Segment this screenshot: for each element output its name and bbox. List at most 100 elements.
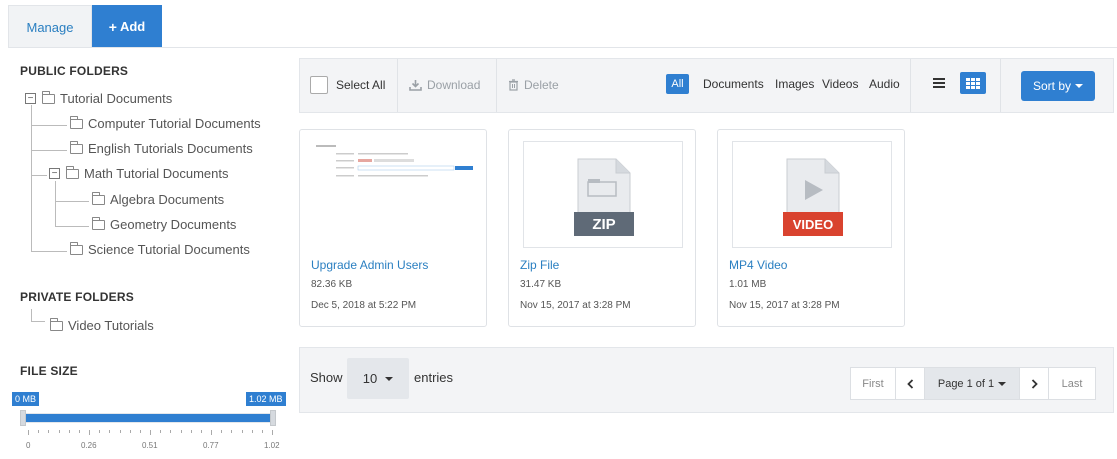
filter-all[interactable]: All: [666, 74, 689, 94]
slider-tick: [251, 430, 253, 433]
first-page-button[interactable]: First: [850, 367, 896, 400]
checkbox-box[interactable]: [310, 76, 328, 94]
slider-tick: [150, 430, 151, 435]
filter-audio[interactable]: Audio: [869, 74, 900, 94]
screenshot-thumbnail-icon: [314, 141, 474, 201]
tabs-divider: [8, 47, 1117, 48]
select-all-label: Select All: [336, 78, 386, 92]
chevron-left-icon: [906, 378, 913, 389]
slider-tick: [272, 430, 273, 435]
slider-tick-label: 1.02: [264, 441, 280, 450]
file-size: 82.36 KB: [311, 279, 353, 290]
download-button[interactable]: Download: [409, 78, 480, 92]
entries-per-page-select[interactable]: 10: [347, 358, 409, 399]
file-card[interactable]: ZIP Zip File 31.47 KB Nov 15, 2017 at 3:…: [508, 129, 696, 327]
next-page-button[interactable]: [1019, 367, 1049, 400]
caret-down-icon: [385, 376, 394, 381]
slider-tick-label: 0.77: [203, 441, 219, 450]
tree-connector: [31, 175, 47, 176]
slider-tick: [139, 430, 141, 433]
collapse-icon[interactable]: −: [25, 93, 36, 104]
slider-tick: [261, 430, 263, 433]
slider-tick-label: 0.51: [142, 441, 158, 450]
folder-icon: [92, 191, 105, 205]
folder-label: English Tutorials Documents: [88, 141, 253, 156]
folder-video-tutorials[interactable]: Video Tutorials: [50, 317, 154, 333]
sort-by-button[interactable]: Sort by: [1021, 71, 1095, 101]
video-badge: VIDEO: [783, 212, 843, 236]
sort-by-label: Sort by: [1032, 79, 1071, 93]
file-title[interactable]: Zip File: [520, 258, 559, 272]
slider-tick-label: 0.26: [81, 441, 97, 450]
folder-algebra-documents[interactable]: Algebra Documents: [92, 191, 225, 207]
page-select[interactable]: Page 1 of 1: [924, 367, 1020, 400]
tree-connector: [31, 105, 32, 251]
file-size-heading: FILE SIZE: [20, 364, 78, 378]
slider-tick: [160, 430, 162, 433]
last-page-button[interactable]: Last: [1048, 367, 1096, 400]
trash-icon: [509, 79, 518, 91]
folder-tutorial-documents[interactable]: − Tutorial Documents: [25, 90, 172, 106]
filter-images[interactable]: Images: [775, 74, 814, 94]
slider-tick: [180, 430, 182, 433]
select-all-checkbox[interactable]: Select All: [310, 76, 385, 94]
slider-max-handle[interactable]: [270, 410, 276, 426]
slider-tick: [48, 430, 50, 433]
slider-tick: [109, 430, 111, 433]
slider-tick: [221, 430, 223, 433]
slider-tick-label: 0: [26, 441, 31, 450]
delete-label: Delete: [524, 78, 559, 92]
list-view-button[interactable]: [926, 72, 952, 94]
tab-add-label: Add: [119, 19, 146, 34]
filter-videos[interactable]: Videos: [822, 74, 858, 94]
folder-label: Video Tutorials: [68, 318, 154, 333]
folder-icon: [92, 216, 105, 230]
file-title[interactable]: Upgrade Admin Users: [311, 258, 428, 272]
folder-geometry-documents[interactable]: Geometry Documents: [92, 216, 236, 232]
slider-tick: [231, 430, 233, 433]
folder-english-tutorials-documents[interactable]: English Tutorials Documents: [70, 140, 253, 156]
file-date: Dec 5, 2018 at 5:22 PM: [311, 300, 417, 311]
pagination-bar: Show 10 entries First Page 1 of 1 Last: [299, 347, 1114, 413]
tab-bar: Manage + Add: [8, 5, 162, 48]
file-thumbnail: [314, 141, 474, 248]
slider-tick: [119, 430, 121, 433]
file-card[interactable]: Upgrade Admin Users 82.36 KB Dec 5, 2018…: [299, 129, 487, 327]
entries-label: entries: [414, 370, 454, 385]
folder-icon: [70, 241, 83, 255]
caret-down-icon: [998, 381, 1007, 386]
file-card[interactable]: VIDEO MP4 Video 1.01 MB Nov 15, 2017 at …: [717, 129, 905, 327]
caret-down-icon: [1075, 84, 1083, 88]
file-size: 31.47 KB: [520, 279, 562, 290]
folder-icon: [42, 90, 55, 104]
previous-page-button[interactable]: [895, 367, 925, 400]
folder-label: Computer Tutorial Documents: [88, 116, 261, 131]
tree-connector: [31, 150, 67, 151]
slider-tick: [78, 430, 80, 433]
slider-tick: [129, 430, 131, 433]
grid-view-button[interactable]: [960, 72, 986, 94]
tab-add[interactable]: + Add: [92, 5, 162, 48]
delete-button[interactable]: Delete: [508, 78, 559, 92]
file-date: Nov 15, 2017 at 3:28 PM: [520, 300, 631, 311]
slider-min-handle[interactable]: [20, 410, 26, 426]
slider-tick: [190, 430, 192, 433]
page-label: Page 1 of 1: [937, 377, 995, 390]
slider-tick: [200, 430, 202, 433]
folder-computer-tutorial-documents[interactable]: Computer Tutorial Documents: [70, 115, 261, 131]
zip-badge: ZIP: [574, 212, 634, 236]
slider-tick: [68, 430, 70, 433]
file-title[interactable]: MP4 Video: [729, 258, 787, 272]
folder-label: Science Tutorial Documents: [88, 242, 250, 257]
tab-manage[interactable]: Manage: [8, 5, 92, 48]
list-icon: [933, 78, 945, 88]
file-thumbnail: VIDEO: [732, 141, 892, 248]
folder-math-tutorial-documents[interactable]: − Math Tutorial Documents: [49, 165, 229, 181]
folder-label: Algebra Documents: [110, 192, 225, 207]
filter-documents[interactable]: Documents: [703, 74, 764, 94]
collapse-icon[interactable]: −: [49, 168, 60, 179]
slider-max-label: 1.02 MB: [246, 392, 286, 406]
slider-tick: [170, 430, 172, 433]
folder-science-tutorial-documents[interactable]: Science Tutorial Documents: [70, 241, 250, 257]
folder-icon: [50, 317, 63, 331]
